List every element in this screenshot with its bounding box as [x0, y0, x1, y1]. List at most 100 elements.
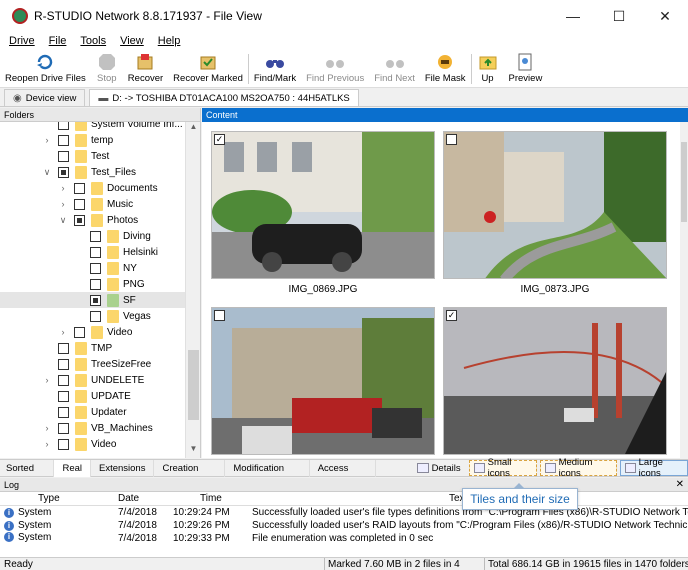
menu-view[interactable]: View [115, 35, 149, 47]
folders-scrollbar[interactable]: ▲ ▼ [185, 122, 200, 458]
recover-marked-button[interactable]: Recover Marked [168, 50, 248, 88]
scroll-up-arrow[interactable]: ▲ [186, 122, 201, 136]
folder-checkbox[interactable] [58, 374, 69, 386]
menu-file[interactable]: File [44, 35, 72, 47]
scroll-thumb[interactable] [188, 350, 199, 420]
folder-tree-item[interactable]: › Music [0, 196, 185, 212]
chevron-right-icon[interactable]: › [58, 327, 68, 337]
folder-checkbox[interactable] [58, 134, 69, 146]
sort-extensions[interactable]: Extensions [91, 459, 155, 477]
sort-real[interactable]: Real [54, 459, 91, 477]
menu-tools[interactable]: Tools [75, 35, 111, 47]
folder-checkbox[interactable] [58, 358, 69, 370]
folder-checkbox[interactable] [90, 294, 101, 306]
maximize-button[interactable]: ☐ [596, 0, 642, 32]
folder-checkbox[interactable] [58, 342, 69, 354]
view-details-button[interactable]: Details [412, 460, 466, 476]
folder-checkbox[interactable] [90, 262, 101, 274]
tile-checkbox-2[interactable] [446, 134, 457, 145]
file-tile-3[interactable] [211, 307, 435, 455]
sort-access-time[interactable]: Access Time [310, 459, 376, 491]
tab-device-view[interactable]: ◉ Device view [4, 89, 86, 106]
file-tile-2[interactable]: IMG_0873.JPG [443, 131, 667, 301]
view-large-icons-button[interactable]: Large icons [619, 457, 688, 479]
file-mask-button[interactable]: File Mask [420, 50, 471, 88]
folder-tree-item[interactable]: › VB_Machines [0, 420, 185, 436]
log-close-icon[interactable]: ✕ [676, 478, 684, 492]
log-row[interactable]: i System 7/4/2018 10:29:33 PM File enumer… [0, 532, 688, 542]
find-next-button[interactable]: Find Next [369, 50, 420, 88]
tile-checkbox-3[interactable] [214, 310, 225, 321]
folder-checkbox[interactable] [58, 422, 69, 434]
folder-tree-item[interactable]: NY [0, 260, 185, 276]
file-tile-1[interactable]: ✓ IMG_0869.JPG [211, 131, 435, 301]
folder-checkbox[interactable] [58, 150, 69, 162]
folder-checkbox[interactable] [58, 166, 69, 178]
folder-tree-item[interactable]: TMP [0, 340, 185, 356]
folder-tree-item[interactable]: › Documents [0, 180, 185, 196]
chevron-right-icon[interactable]: › [58, 199, 68, 209]
folder-tree-item[interactable]: Test [0, 148, 185, 164]
folder-tree-item[interactable]: Updater [0, 404, 185, 420]
folder-checkbox[interactable] [74, 198, 85, 210]
folder-checkbox[interactable] [74, 214, 85, 226]
log-col-type[interactable]: Type [0, 492, 90, 505]
tile-checkbox-4[interactable]: ✓ [446, 310, 457, 321]
folder-checkbox[interactable] [58, 438, 69, 450]
folder-checkbox[interactable] [74, 182, 85, 194]
folder-checkbox[interactable] [74, 326, 85, 338]
chevron-down-icon[interactable]: ∨ [58, 215, 68, 226]
folder-tree-item[interactable]: › Video [0, 324, 185, 340]
folder-tree-item[interactable]: ∨ Test_Files [0, 164, 185, 180]
folder-tree-item[interactable]: SF [0, 292, 185, 308]
folder-tree-item[interactable]: ∨ Photos [0, 212, 185, 228]
folder-checkbox[interactable] [90, 230, 101, 242]
minimize-button[interactable]: — [550, 0, 596, 32]
tab-drive-files[interactable]: ▬ D: -> TOSHIBA DT01ACA100 MS2OA750 : 44H… [89, 89, 359, 106]
folder-tree-item[interactable]: › temp [0, 132, 185, 148]
chevron-down-icon[interactable]: ∨ [42, 167, 52, 178]
folder-tree-item[interactable]: › UNDELETE [0, 372, 185, 388]
close-button[interactable]: ✕ [642, 0, 688, 32]
log-row[interactable]: i System 7/4/2018 10:29:24 PM Successfull… [0, 506, 688, 519]
chevron-right-icon[interactable]: › [42, 375, 52, 385]
menu-drive[interactable]: Drive [4, 35, 40, 47]
scroll-down-arrow[interactable]: ▼ [186, 444, 201, 458]
reopen-drive-files-button[interactable]: Reopen Drive Files [0, 50, 91, 88]
sort-creation-time[interactable]: Creation Time [154, 459, 226, 491]
view-small-icons-button[interactable]: Small icons [468, 457, 537, 479]
find-previous-button[interactable]: Find Previous [301, 50, 369, 88]
folder-tree-item[interactable]: Vegas [0, 308, 185, 324]
menu-help[interactable]: Help [153, 35, 186, 47]
sort-modification-time[interactable]: Modification Time [225, 459, 310, 491]
find-mark-button[interactable]: Find/Mark [249, 50, 301, 88]
folder-checkbox[interactable] [58, 406, 69, 418]
folder-checkbox[interactable] [90, 310, 101, 322]
chevron-right-icon[interactable]: › [42, 135, 52, 145]
recover-button[interactable]: Recover [123, 50, 168, 88]
folder-tree-item[interactable]: PNG [0, 276, 185, 292]
log-col-date[interactable]: Date [90, 492, 170, 505]
tile-checkbox-1[interactable]: ✓ [214, 134, 225, 145]
folder-tree-item[interactable]: Diving [0, 228, 185, 244]
log-row[interactable]: i System 7/4/2018 10:29:26 PM Successfull… [0, 519, 688, 532]
preview-button[interactable]: Preview [504, 50, 548, 88]
file-tile-4[interactable]: ✓ [443, 307, 667, 455]
folder-checkbox[interactable] [90, 278, 101, 290]
chevron-right-icon[interactable]: › [58, 183, 68, 193]
folder-checkbox[interactable] [58, 122, 69, 130]
folder-checkbox[interactable] [90, 246, 101, 258]
folder-checkbox[interactable] [58, 390, 69, 402]
content-scrollbar[interactable] [680, 122, 688, 458]
chevron-right-icon[interactable]: › [42, 423, 52, 433]
folder-tree-item[interactable]: UPDATE [0, 388, 185, 404]
folder-tree-item[interactable]: Helsinki [0, 244, 185, 260]
chevron-right-icon[interactable]: › [42, 439, 52, 449]
log-col-time[interactable]: Time [170, 492, 249, 505]
view-medium-icons-button[interactable]: Medium icons [539, 457, 617, 479]
folder-tree-item[interactable]: TreeSizeFree [0, 356, 185, 372]
content-scroll-thumb[interactable] [681, 142, 687, 222]
folder-tree-item[interactable]: › Video [0, 436, 185, 452]
stop-button[interactable]: Stop [91, 50, 123, 88]
folder-tree-item[interactable]: System Volume Inf... [0, 122, 185, 132]
